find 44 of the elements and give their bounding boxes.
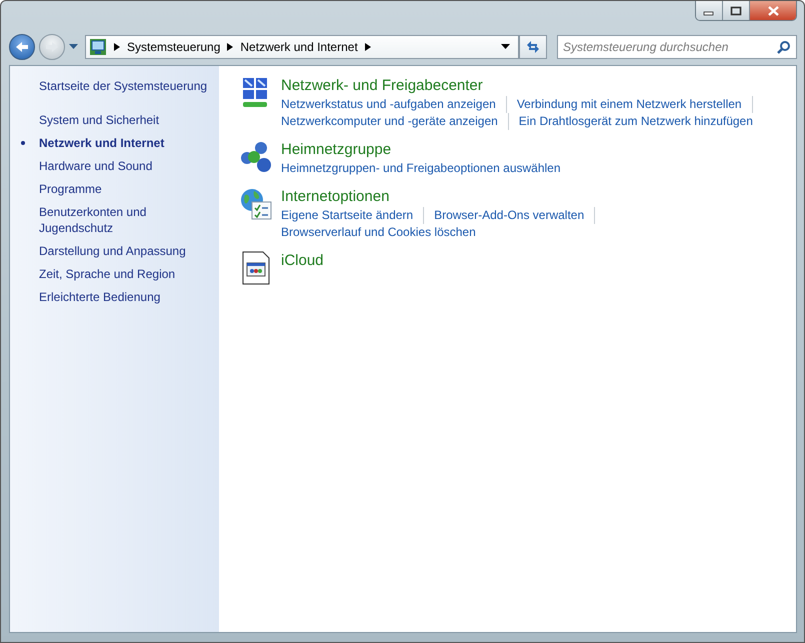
task-link[interactable]: Netzwerkcomputer und -geräte anzeigen	[281, 113, 509, 130]
sidebar-link[interactable]: Startseite der Systemsteuerung	[39, 78, 219, 94]
search-field[interactable]: Systemsteuerung durchsuchen	[557, 35, 797, 59]
control-panel-icon	[89, 38, 107, 56]
sidebar-item[interactable]: Benutzerkonten und Jugendschutz	[39, 204, 209, 236]
breadcrumb[interactable]: Systemsteuerung	[127, 40, 220, 54]
close-icon	[767, 6, 779, 16]
chevron-icon[interactable]	[113, 43, 121, 51]
breadcrumb[interactable]: Netzwerk und Internet	[240, 40, 358, 54]
task-link[interactable]: Verbindung mit einem Netzwerk herstellen	[516, 96, 753, 113]
task-link[interactable]: Netzwerkstatus und -aufgaben anzeigen	[281, 96, 507, 113]
back-arrow-icon	[15, 41, 29, 53]
task-link[interactable]: Browserverlauf und Cookies löschen	[281, 224, 476, 241]
category-link[interactable]: Internetoptionen	[281, 187, 606, 207]
homegroup-icon[interactable]	[239, 140, 273, 174]
back-button[interactable]	[9, 34, 35, 60]
close-button[interactable]	[750, 1, 796, 20]
task-link[interactable]: Ein Drahtlosgerät zum Netzwerk hinzufügen	[518, 113, 753, 130]
task-link[interactable]: Heimnetzgruppen- und Freigabeoptionen auswählen	[281, 160, 561, 177]
category-link[interactable]: Netzwerk- und Freigabecenter	[281, 76, 763, 96]
search-icon[interactable]	[777, 40, 791, 54]
refresh-icon	[525, 40, 541, 54]
minimize-button[interactable]	[696, 1, 723, 20]
caret-icon	[69, 44, 78, 50]
sidebar-item[interactable]: Hardware und Sound	[39, 158, 209, 174]
sidebar-item[interactable]: Netzwerk und Internet	[39, 135, 209, 151]
options-icon[interactable]	[239, 187, 273, 221]
chevron-icon[interactable]	[364, 43, 372, 51]
sidebar-item[interactable]: Zeit, Sprache und Region	[39, 266, 209, 282]
sidebar-item[interactable]: System und Sicherheit	[39, 112, 209, 128]
sidebar-item[interactable]: Darstellung und Anpassung	[39, 243, 209, 259]
dropdown-icon[interactable]	[501, 44, 510, 50]
maximize-button[interactable]	[723, 1, 750, 20]
refresh-button[interactable]	[519, 35, 547, 59]
maximize-icon	[730, 6, 742, 16]
task-link[interactable]: Eigene Startseite ändern	[281, 207, 424, 224]
category-link[interactable]: iCloud	[281, 251, 324, 271]
sidebar-item[interactable]: Programme	[39, 181, 209, 197]
address-bar[interactable]: Systemsteuerung Netzwerk und Internet	[85, 35, 519, 59]
sidebar-item[interactable]: Erleichterte Bedienung	[39, 289, 209, 305]
category-link[interactable]: Heimnetzgruppe	[281, 140, 561, 160]
task-link[interactable]: Browser-Add-Ons verwalten	[434, 207, 596, 224]
chevron-icon[interactable]	[226, 43, 234, 51]
bullet-icon	[21, 141, 25, 145]
